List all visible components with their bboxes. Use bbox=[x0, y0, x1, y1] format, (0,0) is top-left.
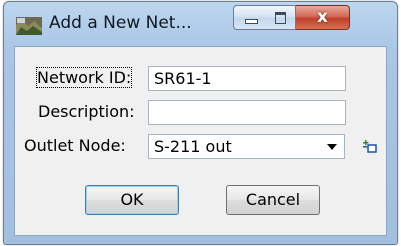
outlet-node-value: S-211 out bbox=[154, 137, 232, 156]
outlet-node-select[interactable]: S-211 out bbox=[148, 134, 345, 159]
pick-node-icon[interactable] bbox=[361, 137, 379, 155]
window-title: Add a New Net... bbox=[49, 13, 192, 33]
network-id-label: Network ID: bbox=[35, 67, 133, 88]
description-field[interactable] bbox=[148, 100, 346, 125]
title-bar[interactable]: Add a New Net... x bbox=[4, 2, 397, 46]
cancel-button[interactable]: Cancel bbox=[226, 185, 320, 215]
dialog-client-area: Network ID: SR61-1 Description: Outlet N… bbox=[14, 46, 387, 236]
close-icon: x bbox=[317, 7, 328, 27]
close-button[interactable]: x bbox=[296, 5, 350, 30]
maximize-button[interactable] bbox=[265, 5, 296, 30]
ok-button[interactable]: OK bbox=[85, 185, 179, 215]
description-label: Description: bbox=[38, 102, 135, 121]
dialog-window: Add a New Net... x Network ID: SR61-1 De… bbox=[3, 1, 398, 245]
outlet-node-label: Outlet Node: bbox=[24, 136, 126, 155]
network-id-field[interactable]: SR61-1 bbox=[148, 66, 346, 91]
maximize-icon bbox=[275, 12, 286, 24]
minimize-button[interactable] bbox=[233, 5, 266, 30]
minimize-icon bbox=[245, 19, 258, 24]
chevron-down-icon bbox=[327, 144, 337, 150]
network-app-icon bbox=[16, 17, 42, 35]
